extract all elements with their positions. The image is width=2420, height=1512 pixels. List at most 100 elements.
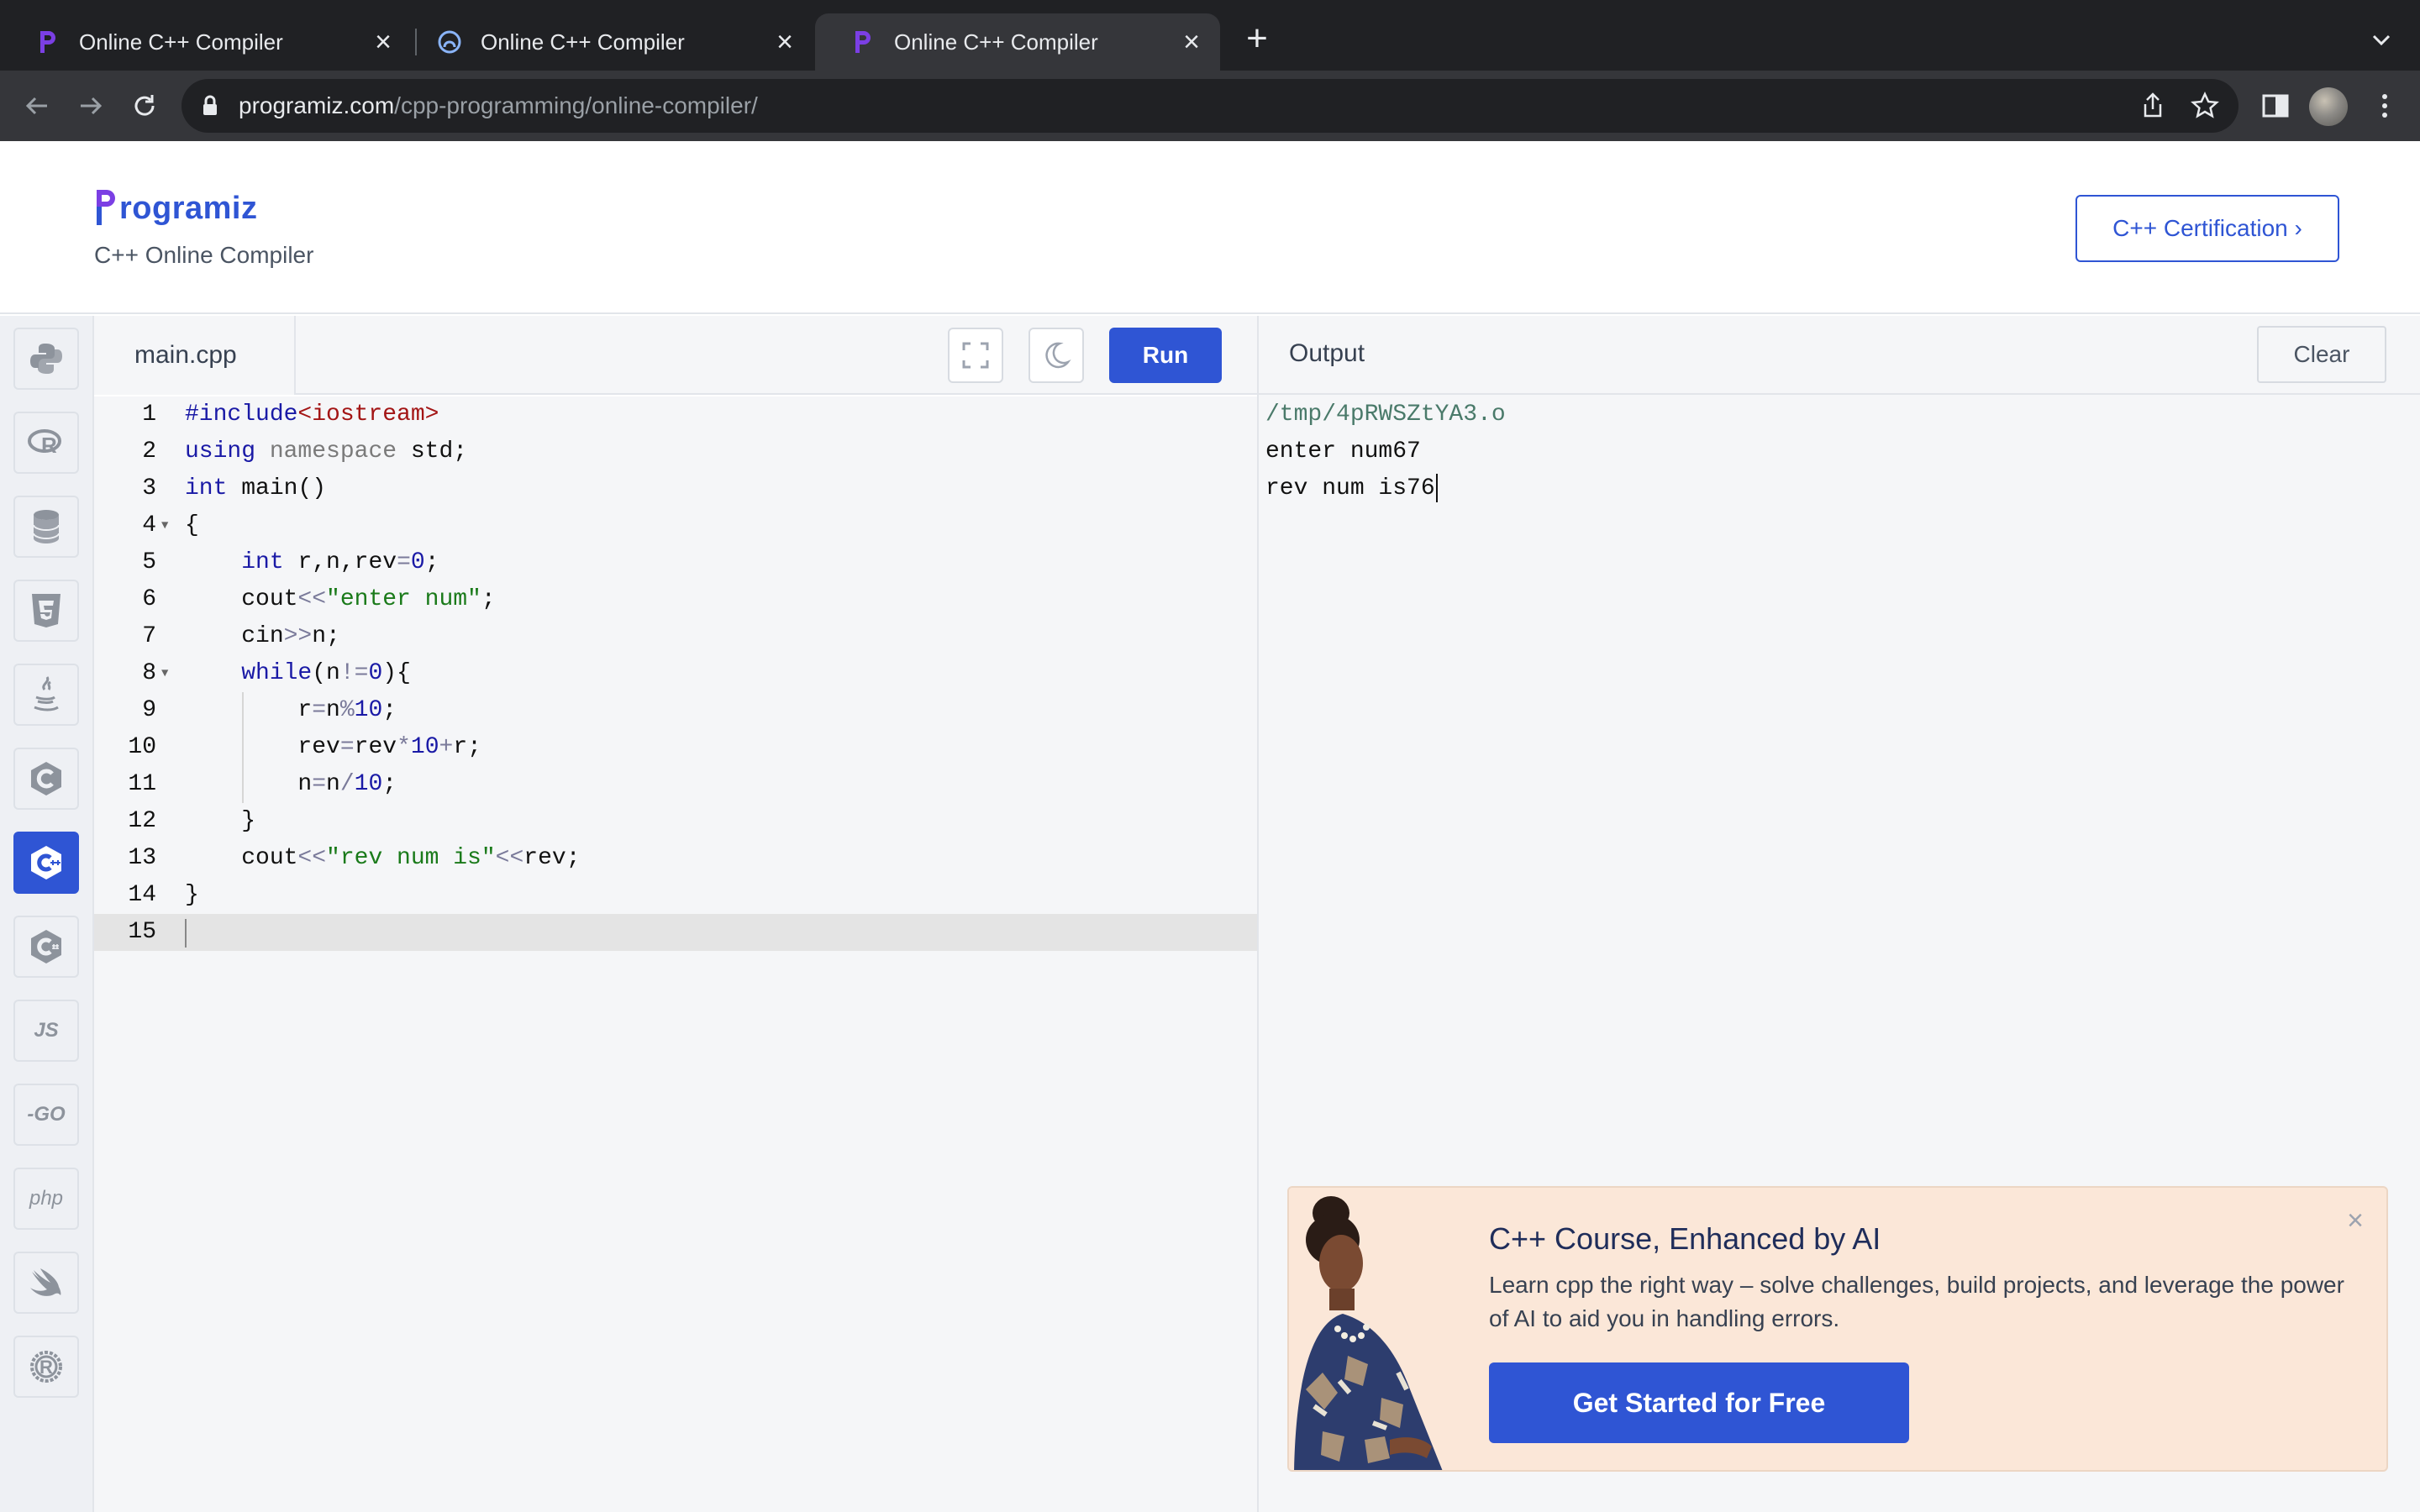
file-tab-main-cpp[interactable]: main.cpp xyxy=(94,316,296,395)
output-line-last: rev num is76 xyxy=(1265,470,1506,507)
lang-html-button[interactable] xyxy=(13,580,79,642)
output-line: enter num67 xyxy=(1265,438,1421,465)
code-text: cin>>n; xyxy=(185,623,340,649)
output-cursor xyxy=(1435,473,1438,502)
promo-description: Learn cpp the right way – solve challeng… xyxy=(1489,1272,2344,1331)
code-line: 9 r=n%10; xyxy=(94,692,1257,729)
text-cursor xyxy=(185,919,187,948)
more-menu-icon[interactable] xyxy=(2368,89,2402,123)
code-line: 3 int main() xyxy=(94,470,1257,507)
run-button[interactable]: Run xyxy=(1109,328,1222,383)
code-text: using namespace std; xyxy=(185,438,468,465)
code-text: n=n/10; xyxy=(185,771,397,797)
moon-icon xyxy=(1045,342,1071,369)
close-tab-icon[interactable]: × xyxy=(1178,28,1205,56)
code-text: #include<iostream> xyxy=(185,402,439,428)
c-icon xyxy=(31,762,61,795)
line-number: 7 xyxy=(142,623,156,649)
line-number: 5 xyxy=(142,549,156,575)
lang-sql-button[interactable] xyxy=(13,496,79,558)
close-tab-icon[interactable]: × xyxy=(370,28,397,56)
swift-icon xyxy=(30,1268,61,1296)
code-text: while(n!=0){ xyxy=(241,660,411,686)
forward-arrow-icon[interactable] xyxy=(72,87,109,124)
programiz-logo[interactable]: rogramiz xyxy=(94,188,257,227)
lang-js-button[interactable]: JS xyxy=(13,1000,79,1062)
output-header: Output Clear xyxy=(1259,316,2420,395)
profile-avatar[interactable] xyxy=(2309,87,2348,126)
lang-cpp-button[interactable] xyxy=(13,832,79,894)
code-line: 1 #include<iostream> xyxy=(94,396,1257,433)
line-number: 6 xyxy=(142,586,156,612)
line-number: 9 xyxy=(142,697,156,723)
get-started-button[interactable]: Get Started for Free xyxy=(1489,1362,1909,1443)
code-line: 10 rev=rev*10+r; xyxy=(94,729,1257,766)
fold-arrow-icon[interactable]: ▼ xyxy=(161,507,168,544)
csharp-icon xyxy=(31,930,61,963)
side-panel-icon[interactable] xyxy=(2259,89,2292,123)
line-number: 13 xyxy=(128,845,156,871)
lang-c-button[interactable] xyxy=(13,748,79,810)
lang-python-button[interactable] xyxy=(13,328,79,390)
code-line: 5 int r,n,rev=0; xyxy=(94,544,1257,581)
code-line: 13 cout<<"rev num is"<<rev; xyxy=(94,840,1257,877)
code-text: { xyxy=(185,512,199,538)
share-icon[interactable] xyxy=(2138,91,2168,121)
bookmark-star-icon[interactable] xyxy=(2190,91,2220,121)
code-line: 12 } xyxy=(94,803,1257,840)
back-arrow-icon[interactable] xyxy=(18,87,55,124)
code-line: 8 ▼ while(n!=0){ xyxy=(94,655,1257,692)
webpage-favicon-icon xyxy=(437,29,462,55)
line-number: 3 xyxy=(142,475,156,501)
reload-icon[interactable] xyxy=(126,87,163,124)
address-bar[interactable]: programiz.com/cpp-programming/online-com… xyxy=(182,79,2238,133)
code-editor[interactable]: 1 #include<iostream> 2 using namespace std… xyxy=(94,396,1257,1512)
code-text: } xyxy=(185,808,256,834)
url-domain: programiz.com xyxy=(239,92,395,118)
lang-r-button[interactable]: R xyxy=(13,412,79,474)
lang-php-button[interactable]: php xyxy=(13,1168,79,1230)
tab-title: Online C++ Compiler xyxy=(894,29,1098,55)
lang-swift-button[interactable] xyxy=(13,1252,79,1314)
output-line-text: rev num is76 xyxy=(1265,475,1435,501)
code-line: 2 using namespace std; xyxy=(94,433,1257,470)
close-tab-icon[interactable]: × xyxy=(771,28,798,56)
browser-tabbar: Online C++ Compiler × Online C++ Compile… xyxy=(0,0,2420,71)
line-number: 1 xyxy=(142,402,156,428)
lang-csharp-button[interactable] xyxy=(13,916,79,978)
cpp-icon xyxy=(31,846,61,879)
lang-go-button[interactable]: -GO xyxy=(13,1084,79,1146)
tab-title: Online C++ Compiler xyxy=(481,29,685,55)
tab-title: Online C++ Compiler xyxy=(79,29,283,55)
browser-tab-3-active[interactable]: Online C++ Compiler × xyxy=(815,13,1220,71)
svg-text:R: R xyxy=(41,433,57,458)
browser-tab-1[interactable]: Online C++ Compiler × xyxy=(0,13,412,71)
promo-person-image xyxy=(1289,1188,1465,1470)
code-line: 6 cout<<"enter num"; xyxy=(94,581,1257,618)
lock-icon[interactable] xyxy=(198,94,222,118)
browser-tab-2[interactable]: Online C++ Compiler × xyxy=(402,13,813,71)
code-text: cout<<"enter num"; xyxy=(185,586,496,612)
site-header: rogramiz C++ Online Compiler C++ Certifi… xyxy=(0,141,2420,314)
clear-button[interactable]: Clear xyxy=(2257,326,2386,383)
code-text: int main() xyxy=(185,475,327,501)
fullscreen-icon xyxy=(962,342,989,369)
dark-mode-button[interactable] xyxy=(1028,328,1084,383)
line-number: 14 xyxy=(128,882,156,908)
programiz-logo-icon xyxy=(97,190,115,225)
fullscreen-button[interactable] xyxy=(948,328,1003,383)
language-sidebar: R JS -GO php R xyxy=(0,316,94,1512)
fold-arrow-icon[interactable]: ▼ xyxy=(161,655,168,692)
code-text: r=n%10; xyxy=(185,697,397,723)
close-promo-icon[interactable]: × xyxy=(2343,1206,2368,1235)
output-line: /tmp/4pRWSZtYA3.o xyxy=(1265,402,1506,428)
lang-java-button[interactable] xyxy=(13,664,79,726)
output-console[interactable]: /tmp/4pRWSZtYA3.o enter num67 rev num is… xyxy=(1265,396,1506,507)
go-icon: -GO xyxy=(27,1103,66,1126)
logo-text: rogramiz xyxy=(119,191,258,226)
new-tab-icon[interactable]: + xyxy=(1240,20,1274,57)
lang-rust-button[interactable]: R xyxy=(13,1336,79,1398)
cpp-certification-button[interactable]: C++ Certification › xyxy=(2075,195,2339,262)
tab-search-chevron-icon[interactable] xyxy=(2366,25,2396,55)
page-subtitle: C++ Online Compiler xyxy=(94,242,314,268)
